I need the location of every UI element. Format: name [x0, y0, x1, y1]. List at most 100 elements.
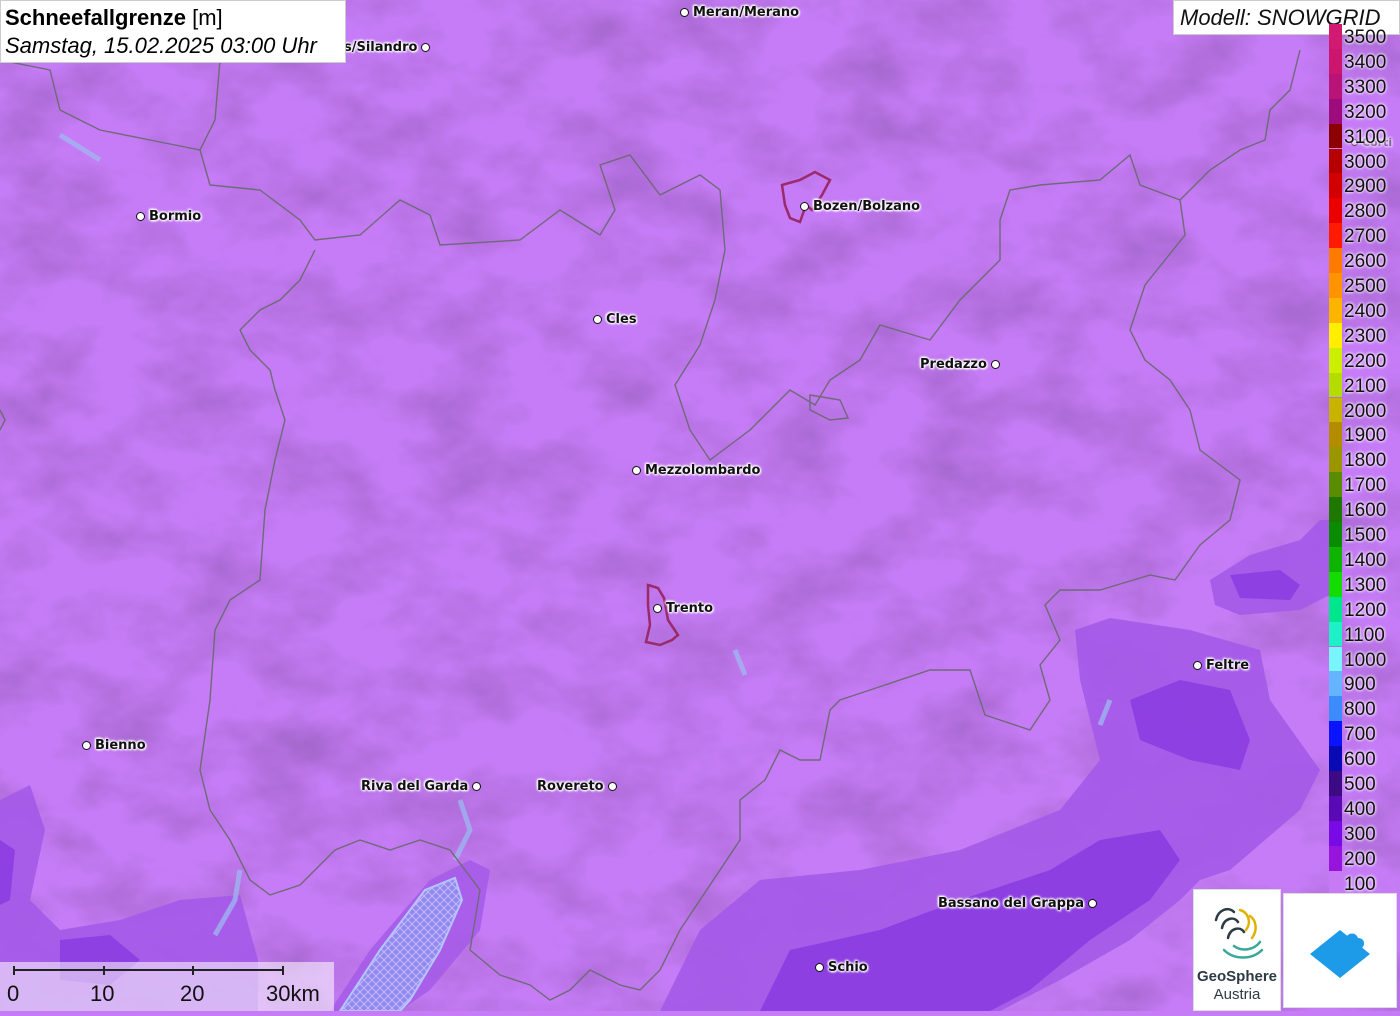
legend-item: 3200	[1329, 98, 1400, 124]
city-marker-icon	[632, 466, 641, 475]
city-marker-icon	[990, 360, 1000, 369]
legend-item: 2400	[1329, 297, 1400, 323]
geosphere-country: Austria	[1213, 986, 1261, 1003]
legend-item: 300	[1329, 820, 1400, 846]
legend-label: 2800	[1344, 201, 1387, 223]
legend-swatch	[1329, 571, 1342, 597]
legend-label: 3100	[1344, 126, 1387, 148]
map-title: Schneefallgrenze [m]	[5, 4, 341, 32]
legend-swatch	[1329, 322, 1342, 348]
legend-swatch	[1329, 522, 1342, 547]
legend-swatch	[1329, 48, 1342, 74]
legend-item: 800	[1329, 696, 1400, 722]
city-mezzolombardo: Mezzolombardo	[632, 463, 764, 478]
legend-label: 3300	[1344, 76, 1387, 98]
legend-swatch	[1329, 447, 1342, 473]
legend-label: 3500	[1344, 27, 1387, 48]
legend-swatch	[1329, 820, 1342, 846]
city-marker-icon	[82, 741, 91, 750]
legend-swatch	[1329, 472, 1342, 498]
legend-item: 3100	[1329, 123, 1400, 149]
legend-item: 1700	[1329, 472, 1400, 498]
city-silandro: s/Silandro	[340, 40, 431, 55]
legend-label: 500	[1344, 774, 1376, 795]
legend-label: 2900	[1344, 176, 1387, 198]
legend-swatch	[1329, 173, 1342, 199]
scale-bar: 0 10 20 30km	[0, 962, 334, 1011]
app-logo[interactable]	[1283, 893, 1397, 1008]
legend-item: 1500	[1329, 522, 1400, 547]
city-marker-icon	[800, 202, 809, 211]
legend-item: 700	[1329, 721, 1400, 747]
weather-app-icon	[1310, 930, 1370, 978]
legend-swatch	[1329, 347, 1342, 373]
legend-swatch	[1329, 646, 1342, 672]
legend-item: 2600	[1329, 248, 1400, 273]
legend-swatch	[1329, 297, 1342, 323]
scale-label-10: 10	[90, 981, 115, 1006]
legend-item: 400	[1329, 795, 1400, 821]
city-rovereto: Rovereto	[533, 779, 617, 794]
legend-label: 1000	[1344, 649, 1387, 671]
legend-swatch	[1329, 397, 1342, 423]
legend-item: 1900	[1329, 422, 1400, 448]
legend-swatch	[1329, 248, 1342, 273]
legend-label: 2700	[1344, 226, 1387, 248]
geosphere-logo[interactable]: GeoSphere Austria	[1193, 889, 1281, 1011]
city-trento: Trento	[653, 601, 717, 616]
scale-label-30km: 30km	[266, 981, 320, 1006]
city-cles: Cles	[593, 312, 641, 327]
legend-swatch	[1329, 123, 1342, 149]
legend-label: 2500	[1344, 276, 1387, 297]
city-predazzo: Predazzo	[916, 357, 1000, 372]
legend-swatch	[1329, 696, 1342, 722]
scale-label-0: 0	[7, 981, 20, 1006]
legend-item: 1100	[1329, 621, 1400, 647]
legend-label: 300	[1344, 823, 1376, 845]
legend-label: 3000	[1344, 151, 1387, 173]
city-marker-icon	[1193, 661, 1202, 670]
legend-label: 600	[1344, 749, 1376, 771]
city-marker-icon	[680, 8, 689, 17]
city-bienno: Bienno	[82, 738, 150, 753]
legend-label: 800	[1344, 699, 1376, 721]
legend-label: 700	[1344, 724, 1376, 746]
legend-item: 2000	[1329, 397, 1400, 423]
city-meran: Meran/Merano	[680, 5, 803, 20]
legend-swatch	[1329, 223, 1342, 249]
legend-label: 3400	[1344, 51, 1387, 73]
geosphere-name: GeoSphere	[1196, 968, 1278, 985]
legend-label: 2300	[1344, 325, 1387, 347]
city-bassano: Bassano del Grappa	[934, 896, 1097, 911]
legend-swatch	[1329, 870, 1342, 896]
legend-item: 600	[1329, 746, 1400, 771]
legend-label: 1600	[1344, 500, 1387, 522]
legend-swatch	[1329, 24, 1342, 49]
legend-item: 1000	[1329, 646, 1400, 672]
legend-item: 1400	[1329, 546, 1400, 572]
city-schio: Schio	[815, 960, 872, 975]
city-marker-icon	[653, 604, 662, 613]
legend-item: 2700	[1329, 223, 1400, 249]
legend-item: 1200	[1329, 596, 1400, 622]
legend-label: 900	[1344, 674, 1376, 696]
legend-label: 200	[1344, 848, 1376, 870]
legend-label: 400	[1344, 798, 1376, 820]
city-bolzano: Bozen/Bolzano	[800, 199, 924, 214]
legend-swatch	[1329, 273, 1342, 298]
legend-item: 3500	[1329, 24, 1400, 49]
legend-swatch	[1329, 198, 1342, 224]
legend-swatch	[1329, 795, 1342, 821]
city-marker-icon	[472, 782, 482, 791]
legend-swatch	[1329, 98, 1342, 124]
legend-swatch	[1329, 372, 1342, 398]
legend-label: 2100	[1344, 375, 1387, 397]
color-legend: 3500 3400 3300 3200 3100 3000 2900 2800 2700 2600…	[1329, 24, 1400, 896]
legend-label: 1300	[1344, 574, 1387, 596]
legend-swatch	[1329, 746, 1342, 771]
legend-item: 1600	[1329, 497, 1400, 522]
legend-item: 1300	[1329, 571, 1400, 597]
legend-item: 2300	[1329, 322, 1400, 348]
legend-item: 2500	[1329, 273, 1400, 298]
legend-swatch	[1329, 771, 1342, 796]
